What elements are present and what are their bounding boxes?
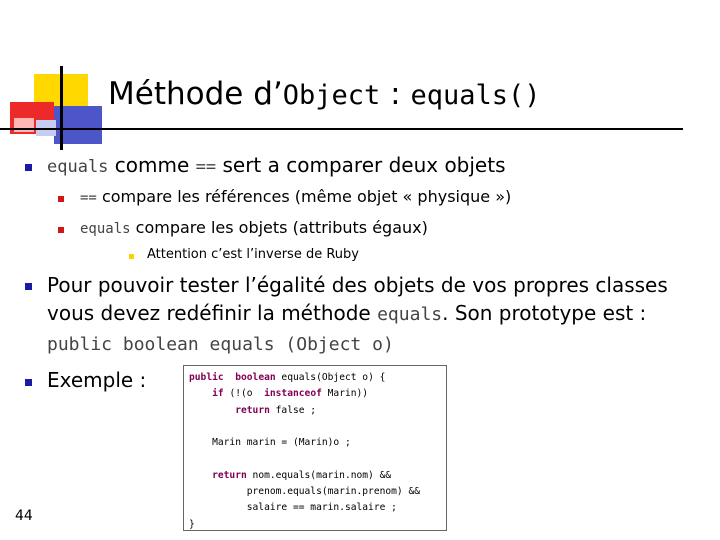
bullet-text: compare les références (même objet « phy… [96, 187, 512, 206]
bullet-marker [25, 283, 32, 290]
code-text: Marin)) [321, 388, 369, 400]
title-prefix: Méthode d’ [108, 76, 283, 112]
bullet-marker [25, 379, 32, 386]
bullet-text: sert a comparer deux objets [216, 153, 506, 177]
title-object: Object [282, 80, 381, 111]
sub-bullet-references: == compare les références (même objet « … [80, 187, 511, 206]
code-text: } [189, 518, 195, 530]
bullet-example: Exemple : [47, 368, 147, 392]
code-text: false ; [269, 404, 317, 416]
inline-code: equals [47, 157, 109, 177]
bullet-text: compare les objets (attributs égaux) [130, 218, 428, 237]
code-keyword: if [212, 388, 224, 400]
sub-bullet-objects: equals compare les objets (attributs éga… [80, 218, 428, 237]
sub-sub-bullet-ruby: Attention c’est l’inverse de Ruby [147, 247, 359, 262]
sub-bullet-marker [58, 196, 64, 202]
slide-title: Méthode d’Object : equals() [108, 76, 540, 112]
code-example-box: public boolean equals(Object o) { if (!(… [183, 365, 447, 531]
inline-code: equals [377, 304, 443, 325]
code-text: equals(Object o) { [275, 372, 386, 383]
code-text: prenom.equals(marin.prenom) && [189, 486, 421, 498]
sub-sub-bullet-marker [129, 254, 134, 259]
title-method: equals() [410, 80, 541, 111]
code-keyword: return [212, 469, 247, 481]
bullet-marker [25, 164, 32, 171]
title-sep: : [380, 76, 411, 112]
code-text: (!(o [223, 388, 265, 400]
title-underline [0, 128, 683, 130]
code-text: nom.equals(marin.nom) && [246, 469, 392, 481]
code-keyword: public [189, 372, 224, 383]
inline-code: equals [80, 221, 131, 237]
bullet-text: . Son prototype est : [442, 301, 647, 325]
code-keyword: boolean [235, 372, 276, 383]
inline-code: == [195, 157, 217, 177]
bullet-text: comme [108, 153, 196, 177]
logo-vertical-line [60, 66, 63, 150]
page-number: 44 [15, 508, 33, 524]
code-text: salaire == marin.salaire ; [189, 502, 397, 514]
inline-code: == [80, 190, 97, 206]
bullet-redefine-equals: Pour pouvoir tester l’égalité des objets… [47, 271, 697, 359]
inline-code: public boolean equals (Object o) [47, 334, 394, 355]
code-keyword: instanceof [264, 388, 322, 400]
bullet-equals-vs-eq: equals comme == sert a comparer deux obj… [47, 153, 506, 177]
code-block: public boolean equals(Object o) { if (!(… [184, 366, 446, 533]
sub-bullet-marker [58, 227, 64, 233]
code-keyword: return [235, 404, 270, 416]
code-text: Marin marin = (Marin)o ; [189, 437, 351, 449]
